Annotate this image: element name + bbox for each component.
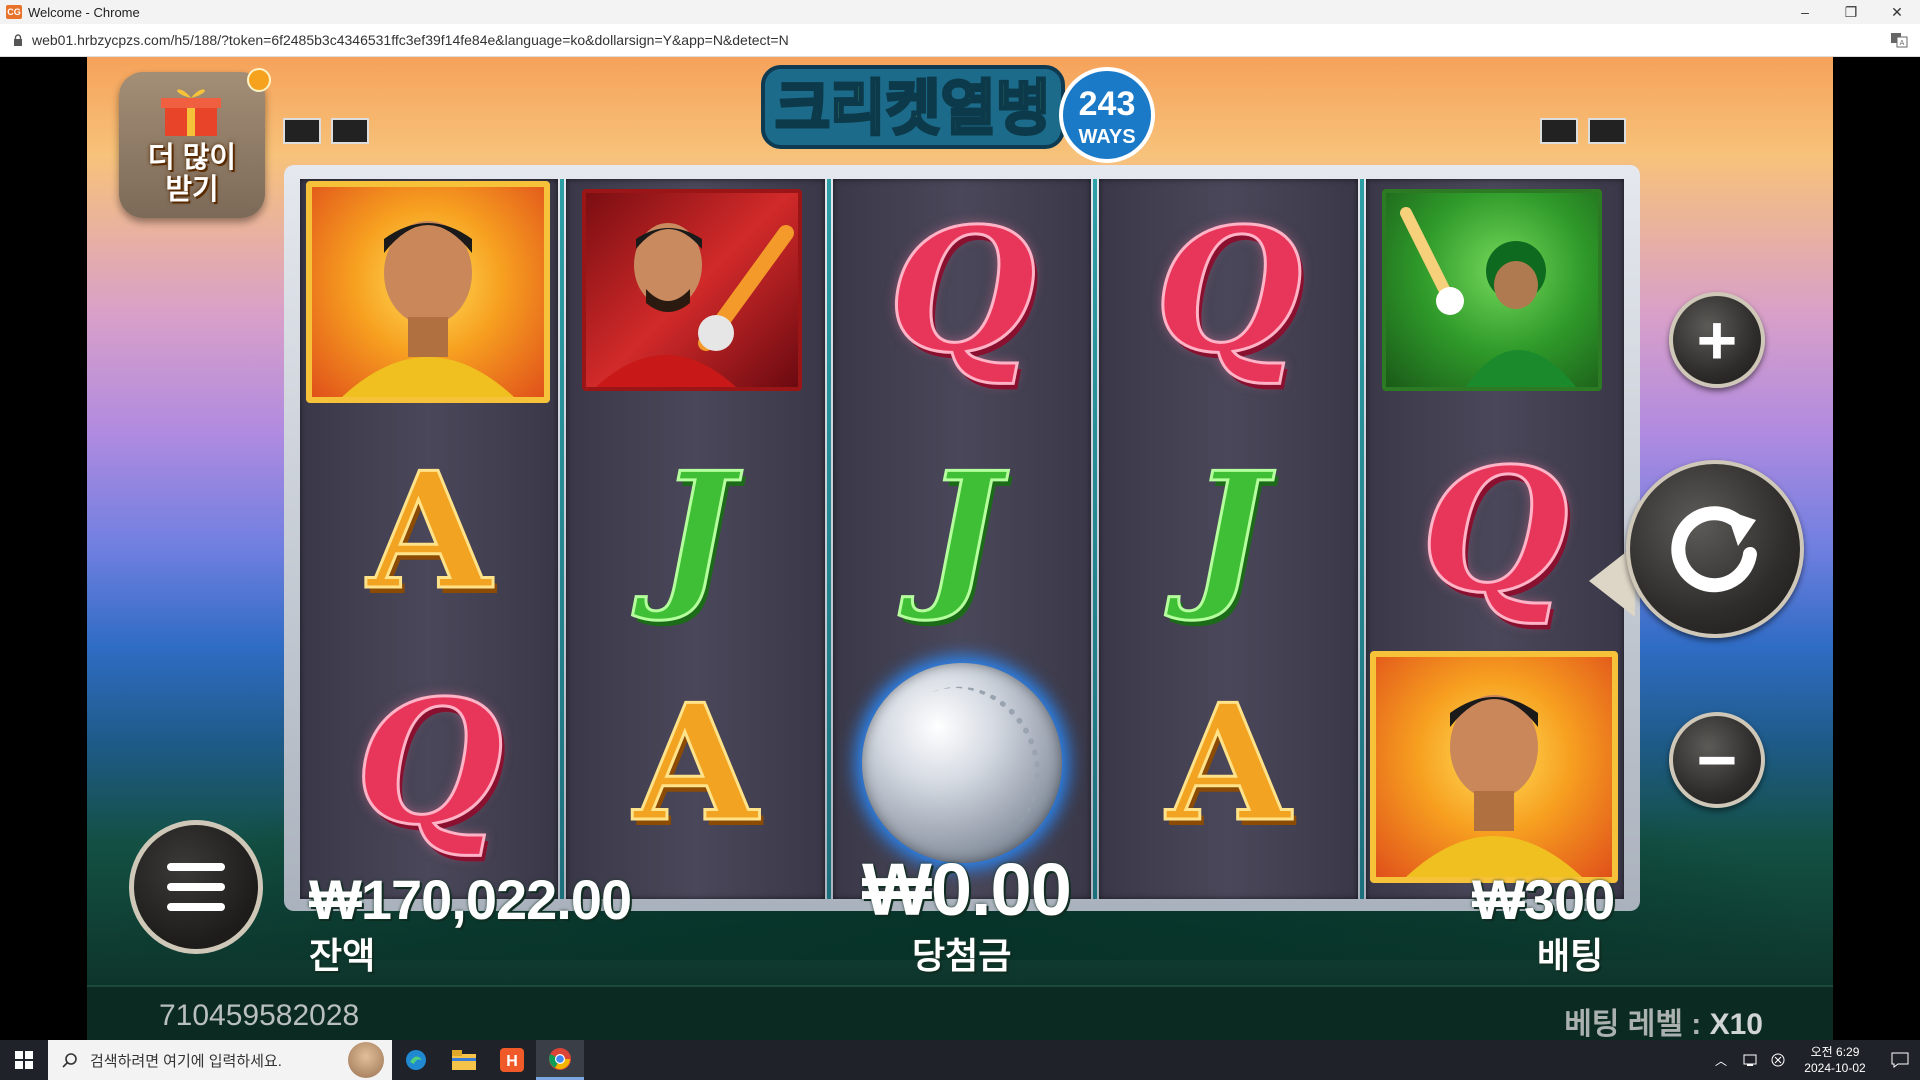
restore-button[interactable]: ❐ [1828, 0, 1874, 24]
address-bar[interactable]: web01.hrbzycpzs.com/h5/188/?token=6f2485… [0, 24, 1920, 57]
app-icon: CG [6, 5, 22, 19]
system-tray: ︿ 오전 6:29 2024-10-02 [1706, 1040, 1920, 1080]
symbol-captain-card [1366, 651, 1624, 883]
captain-card-art [1369, 651, 1618, 883]
win-label: 당첨금 [912, 935, 1012, 976]
close-button[interactable]: ✕ [1874, 0, 1920, 24]
reel-1: A Q [300, 179, 565, 899]
network-icon[interactable] [1736, 1052, 1766, 1068]
symbol-q: Q [354, 663, 505, 863]
logo-title: 크리켓열병 [775, 75, 1051, 142]
taskbar: 검색하려면 여기에 입력하세요. H ︿ 오전 6:29 2024-10-02 [0, 1040, 1920, 1080]
reel-5: Q [1365, 179, 1625, 899]
slot-game-canvas[interactable]: 크리켓열병 243 WAYS 더 많이 받기 A Q J A Q J Q J A… [87, 57, 1833, 1040]
red-batsman-card-art [582, 189, 803, 391]
url-text[interactable]: web01.hrbzycpzs.com/h5/188/?token=6f2485… [32, 32, 789, 48]
svg-text:H: H [506, 1053, 518, 1070]
search-icon [62, 1053, 77, 1068]
symbol-a: A [632, 669, 759, 857]
windows-icon [15, 1051, 33, 1069]
symbol-captain-card [300, 179, 558, 403]
menu-button[interactable] [129, 820, 263, 954]
game-logo: 크리켓열병 243 WAYS [761, 65, 1155, 163]
chevron-up-icon[interactable]: ︿ [1706, 1052, 1736, 1069]
logo-badge-number: 243 [1079, 85, 1136, 123]
decrease-bet-button[interactable]: − [1669, 712, 1765, 808]
reel-2: J A [566, 179, 832, 899]
cricket-ball-icon [861, 659, 1069, 871]
letterbox-left [0, 57, 87, 1040]
h-app-icon[interactable]: H [488, 1040, 536, 1080]
notification-dot [247, 68, 271, 92]
bet-label: 배팅 [1537, 935, 1604, 976]
symbol-green-batsman-card [1366, 179, 1624, 403]
symbol-j: J [923, 437, 1002, 625]
notification-icon[interactable] [1880, 1051, 1920, 1069]
symbol-a: A [366, 437, 493, 625]
menu-icon [167, 863, 225, 871]
volume-muted-icon[interactable] [1766, 1052, 1790, 1068]
stadium-light-icon [1540, 118, 1626, 144]
symbol-a: A [1165, 669, 1292, 857]
win-value: ₩0.00 [862, 848, 1072, 931]
captain-card-art [306, 181, 550, 403]
bet-level-value: X10 [1709, 1008, 1763, 1040]
symbol-q: Q [1419, 431, 1570, 631]
symbol-q: Q [1153, 191, 1304, 391]
search-placeholder: 검색하려면 여기에 입력하세요. [90, 1052, 282, 1070]
gift-icon [161, 89, 221, 136]
balance-label: 잔액 [309, 935, 376, 976]
minimize-button[interactable]: – [1782, 0, 1828, 24]
bet-level: 베팅 레벨 : X10 [1564, 999, 1763, 1040]
taskbar-search[interactable]: 검색하려면 여기에 입력하세요. [48, 1040, 392, 1080]
clock-time: 오전 6:29 [1810, 1045, 1860, 1059]
bet-level-label: 베팅 레벨 : [1564, 1008, 1710, 1040]
logo-badge-ways: WAYS [1078, 126, 1135, 148]
spin-button[interactable] [1626, 460, 1804, 638]
refresh-icon [1671, 506, 1757, 593]
green-batsman-card-art [1381, 189, 1602, 391]
increase-bet-button[interactable]: + [1669, 292, 1765, 388]
symbol-red-batsman-card [566, 179, 824, 403]
start-button[interactable] [0, 1040, 48, 1080]
balance-value: ₩170,022.00 [309, 868, 632, 931]
letterbox-right [1833, 57, 1920, 1040]
clock[interactable]: 오전 6:29 2024-10-02 [1790, 1044, 1880, 1076]
more-rewards-button[interactable]: 더 많이 받기 [119, 68, 271, 218]
chrome-icon[interactable] [536, 1040, 584, 1080]
symbol-j: J [656, 437, 735, 625]
window-title: Welcome - Chrome [28, 4, 140, 20]
bet-value: ₩300 [1472, 868, 1615, 931]
stadium-light-icon [283, 118, 369, 144]
lock-icon [14, 34, 22, 46]
search-highlight-image [348, 1042, 384, 1078]
symbol-cricket-ball [833, 651, 1091, 875]
edge-icon[interactable] [392, 1040, 440, 1080]
file-explorer-icon[interactable] [440, 1040, 488, 1080]
symbol-j: J [1189, 437, 1268, 625]
more-rewards-label: 더 많이 받기 [147, 142, 237, 206]
window-title-bar: CG Welcome - Chrome – ❐ ✕ [0, 0, 1920, 24]
reel-grid: A Q J A Q J Q J A Q [300, 179, 1625, 899]
clock-date: 2024-10-02 [1804, 1061, 1866, 1075]
reel-3: Q J [832, 179, 1098, 899]
translate-icon[interactable]: A [1890, 31, 1908, 49]
symbol-q: Q [886, 191, 1037, 391]
round-id: 710459582028 [159, 999, 360, 1032]
svg-text:A: A [1900, 40, 1905, 47]
reel-4: Q J A [1099, 179, 1365, 899]
